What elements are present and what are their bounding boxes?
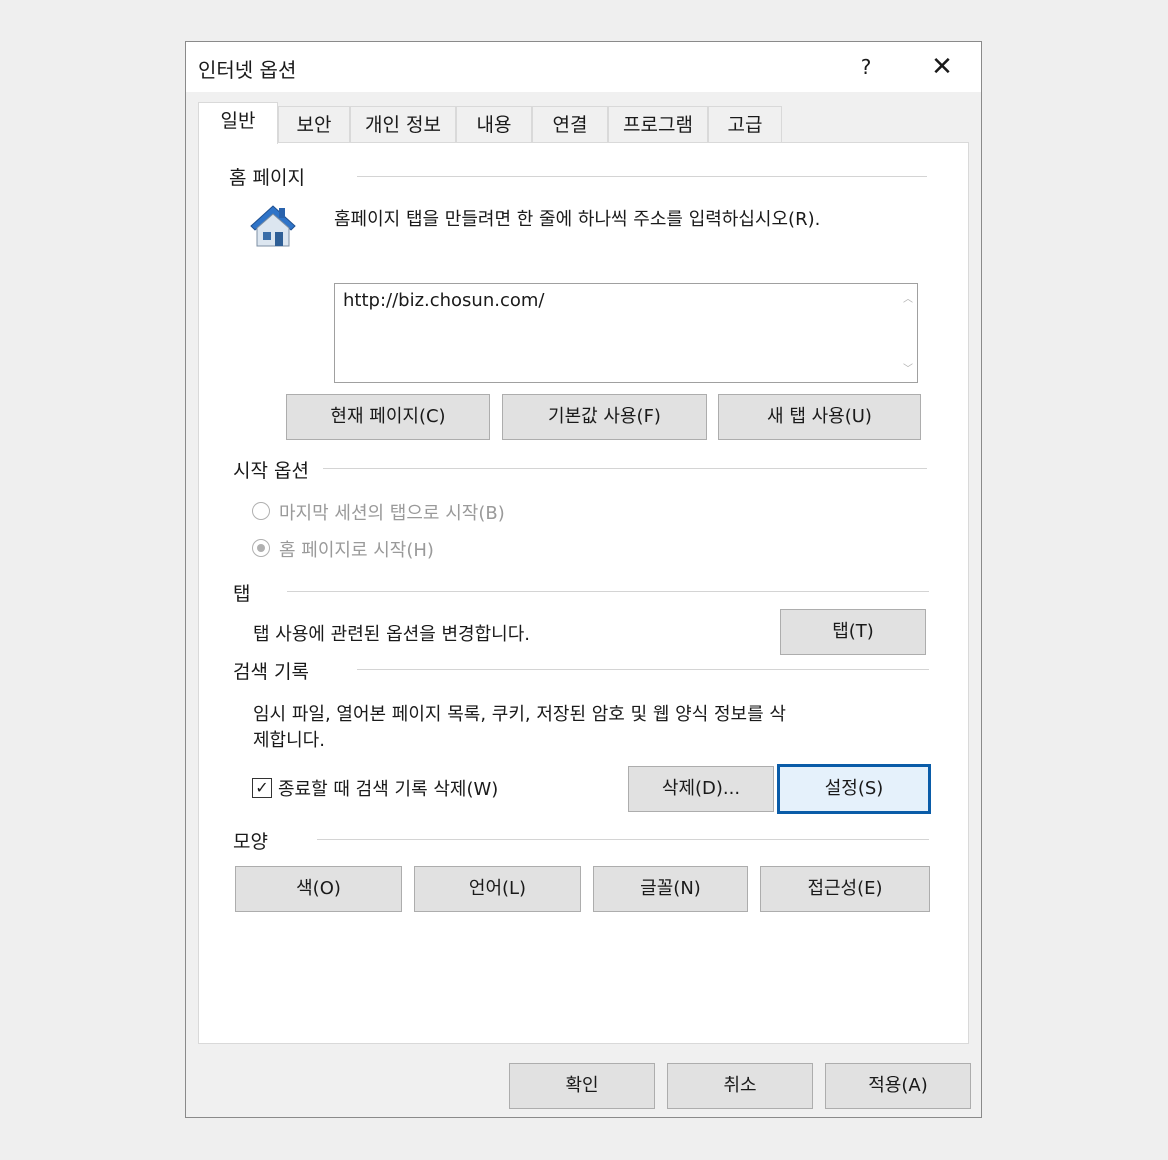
tabs-divider [287,591,929,592]
house-icon [245,200,301,252]
history-settings-button[interactable]: 설정(S) [777,764,931,814]
apply-button[interactable]: 적용(A) [825,1063,971,1109]
tab-advanced[interactable]: 고급 [708,106,782,142]
startup-divider [323,468,927,469]
use-new-tab-button[interactable]: 새 탭 사용(U) [718,394,921,440]
appearance-divider [317,839,929,840]
scroll-up-icon[interactable]: ︿ [901,290,915,305]
delete-history-button[interactable]: 삭제(D)... [628,766,774,812]
history-section-title: 검색 기록 [233,657,313,684]
homepage-url-textarea[interactable]: http://biz.chosun.com/ ︿ ﹀ [334,283,918,383]
help-button[interactable]: ? [846,50,886,84]
url-scrollbar[interactable]: ︿ ﹀ [899,284,917,382]
history-description-line2: 제합니다. [253,730,325,751]
history-description-line1: 임시 파일, 열어본 페이지 목록, 쿠키, 저장된 암호 및 웹 양식 정보를… [253,704,786,725]
tab-privacy[interactable]: 개인 정보 [350,106,456,142]
delete-on-exit-checkbox[interactable]: ✓ [252,778,272,798]
tabs-settings-button[interactable]: 탭(T) [780,609,926,655]
start-last-session-radio[interactable] [252,502,270,520]
startup-section-title: 시작 옵션 [233,456,313,483]
window-title: 인터넷 옵션 [198,58,297,82]
tab-security[interactable]: 보안 [278,106,350,142]
tabs-section-title: 탭 [233,579,255,606]
tab-programs[interactable]: 프로그램 [608,106,708,142]
fonts-button[interactable]: 글꼴(N) [593,866,748,912]
start-last-session-label: 마지막 세션의 탭으로 시작(B) [279,503,505,524]
tab-general[interactable]: 일반 [198,102,278,144]
general-tab-panel: 홈 페이지 홈페이지 탭을 만들려면 한 줄에 하나씩 주소를 입력하십시오(R… [198,142,969,1044]
title-bar: 인터넷 옵션 ? ✕ [186,42,981,92]
history-divider [357,669,929,670]
delete-on-exit-label: 종료할 때 검색 기록 삭제(W) [278,779,499,800]
appearance-section-title: 모양 [233,827,272,854]
cancel-button[interactable]: 취소 [667,1063,813,1109]
homepage-section-title: 홈 페이지 [229,163,309,190]
homepage-divider [357,176,927,177]
homepage-description: 홈페이지 탭을 만들려면 한 줄에 하나씩 주소를 입력하십시오(R). [334,209,821,230]
tab-content[interactable]: 내용 [456,106,532,142]
use-current-button[interactable]: 현재 페이지(C) [286,394,490,440]
scroll-down-icon[interactable]: ﹀ [901,360,915,375]
close-button[interactable]: ✕ [922,50,962,84]
accessibility-button[interactable]: 접근성(E) [760,866,930,912]
start-homepage-label: 홈 페이지로 시작(H) [279,540,434,561]
ok-button[interactable]: 확인 [509,1063,655,1109]
tabs-description: 탭 사용에 관련된 옵션을 변경합니다. [253,624,531,645]
use-default-button[interactable]: 기본값 사용(F) [502,394,707,440]
check-icon: ✓ [255,778,269,797]
languages-button[interactable]: 언어(L) [414,866,581,912]
internet-options-dialog: 인터넷 옵션 ? ✕ 일반 보안 개인 정보 내용 연결 프로그램 고급 홈 페… [185,41,982,1118]
colors-button[interactable]: 색(O) [235,866,402,912]
tab-connections[interactable]: 연결 [532,106,608,142]
start-homepage-radio[interactable] [252,539,270,557]
homepage-url-value: http://biz.chosun.com/ [343,290,545,311]
